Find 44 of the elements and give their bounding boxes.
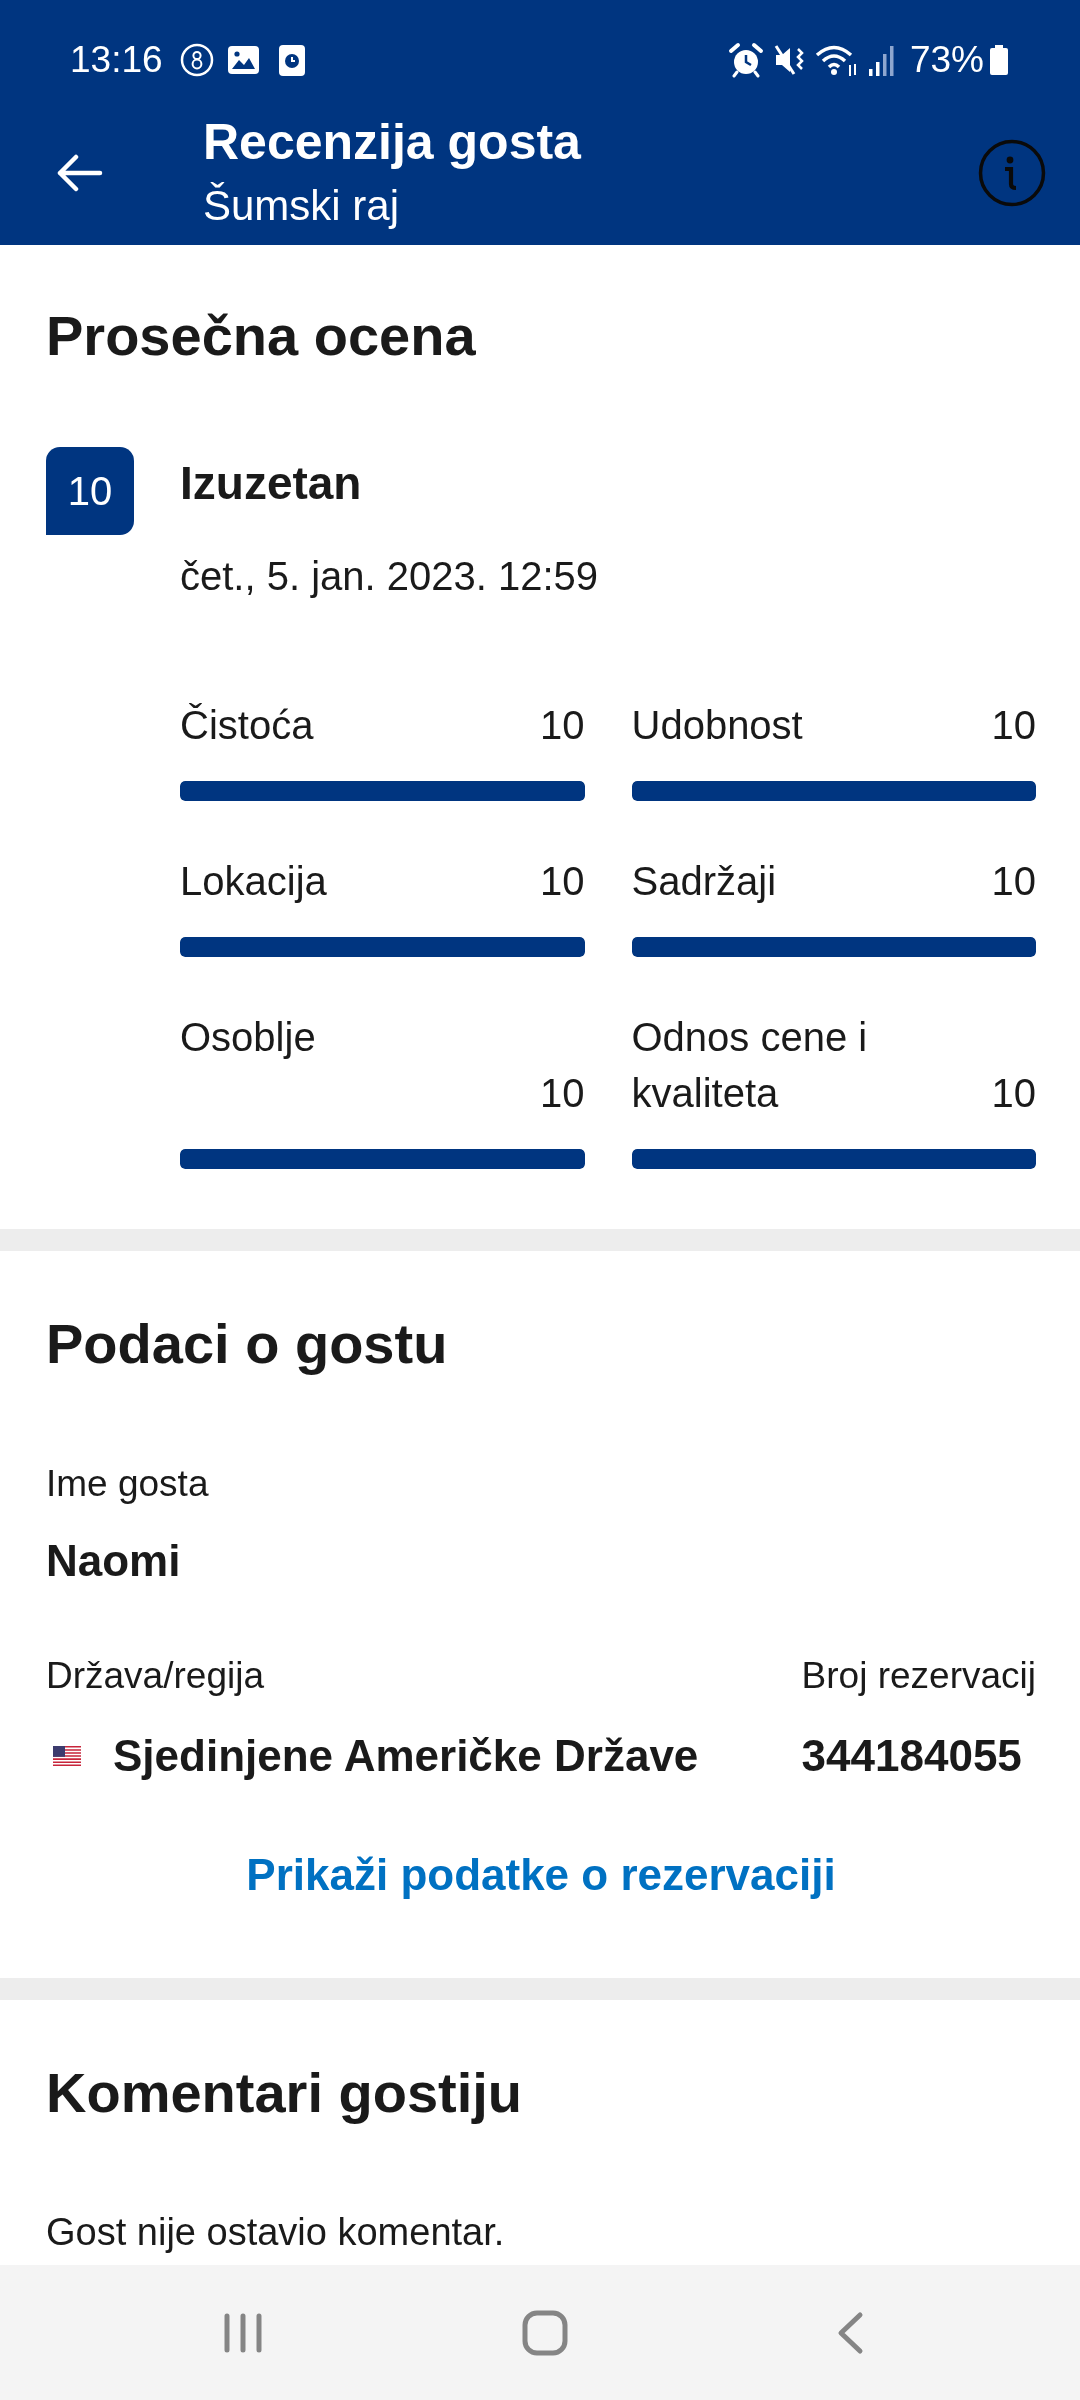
booking-details-link[interactable]: Prikaži podatke o rezervaciji [246, 1850, 836, 1899]
battery-percent: 73% [909, 38, 984, 83]
category-score: 10 [991, 858, 1036, 905]
field-label: Ime gosta [46, 1462, 209, 1506]
section-heading: Prosečna ocena [46, 303, 476, 369]
comment-text: Gost nije ostavio komentar. [46, 2210, 505, 2255]
recent-apps-icon[interactable] [223, 2312, 263, 2353]
circled-eight-icon [179, 43, 214, 77]
country-name: Sjedinjene Američke Države [113, 1730, 699, 1782]
info-icon[interactable] [978, 138, 1046, 207]
category-label: Osoblje [180, 1014, 316, 1061]
signal-icon [867, 44, 896, 76]
mute-vibrate-icon [773, 44, 806, 76]
category-score: 10 [540, 1070, 585, 1117]
booking-number: 344184055 [801, 1730, 1022, 1782]
category-label: Sadržaji [631, 858, 776, 905]
category-label: Odnos cene i kvaliteta [631, 1014, 869, 1117]
review-date: čet., 5. jan. 2023. 12:59 [180, 554, 599, 598]
rating-verdict: Izuzetan [180, 457, 362, 509]
flag-icon [53, 1746, 81, 1766]
status-time: 13:16 [70, 38, 163, 83]
category-label: Čistoća [180, 702, 314, 749]
category-score: 10 [991, 702, 1036, 749]
page-subtitle: Šumski raj [203, 180, 400, 231]
alarm-clock-icon [727, 42, 764, 78]
guest-name: Naomi [46, 1535, 181, 1587]
back-icon[interactable] [836, 2310, 864, 2355]
category-label: Lokacija [180, 858, 327, 905]
section-heading: Komentari gostiju [46, 2060, 523, 2126]
field-label: Država/regija [46, 1654, 264, 1698]
image-icon [227, 46, 259, 74]
home-icon[interactable] [522, 2309, 568, 2356]
category-label: Udobnost [631, 702, 803, 749]
page-title: Recenzija gosta [203, 112, 581, 172]
category-score: 10 [991, 1070, 1036, 1117]
back-arrow-icon[interactable] [56, 153, 103, 192]
wifi-icon [813, 43, 858, 77]
category-score: 10 [540, 858, 585, 905]
score-badge: 10 [46, 447, 134, 535]
category-score: 10 [540, 702, 585, 749]
section-heading: Podaci o gostu [46, 1311, 448, 1377]
field-label: Broj rezervacij [801, 1654, 1036, 1698]
clock-tile-icon [278, 44, 305, 76]
battery-icon [990, 45, 1008, 75]
